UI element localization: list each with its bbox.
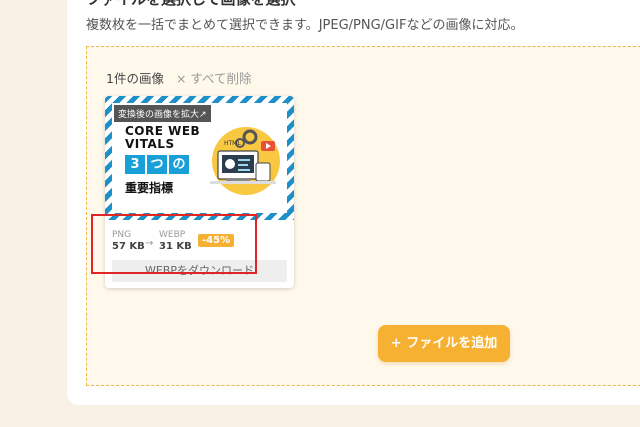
highlight-box — [91, 214, 257, 274]
view-converted-badge[interactable]: 変換後の画像を拡大↗ — [114, 105, 211, 122]
file-count-label: 1件の画像 — [106, 71, 164, 86]
converted-image-thumbnail[interactable]: CORE WEB VITALS 3 つ の 重要指標 HTML 変換後の画像を拡… — [105, 96, 294, 220]
section-heading: ファイルを選択して画像を選択 — [86, 0, 296, 9]
thumbnail-char: の — [169, 155, 189, 174]
thumbnail-char: 3 — [125, 155, 145, 174]
thumbnail-title-line2: VITALS — [125, 137, 175, 151]
thumbnail-char: つ — [147, 155, 167, 174]
thumbnail-image: CORE WEB VITALS 3 つ の 重要指標 HTML 変換後の画像を拡… — [112, 103, 287, 213]
clear-all-button[interactable]: × すべて削除 — [176, 71, 252, 86]
thumbnail-subtitle: 重要指標 — [125, 181, 174, 195]
svg-text:HTML: HTML — [224, 140, 241, 147]
add-file-button[interactable]: + ファイルを追加 — [378, 325, 510, 362]
thumbnail-title: CORE WEB VITALS — [125, 125, 200, 151]
section-description: 複数枚を一括でまとめて選択できます。JPEG/PNG/GIFなどの画像に対応。 — [86, 18, 524, 33]
thumbnail-badge-row: 3 つ の — [125, 155, 189, 174]
web-illustration-icon: HTML — [210, 127, 280, 195]
file-count-row: 1件の画像 × すべて削除 — [106, 68, 252, 87]
